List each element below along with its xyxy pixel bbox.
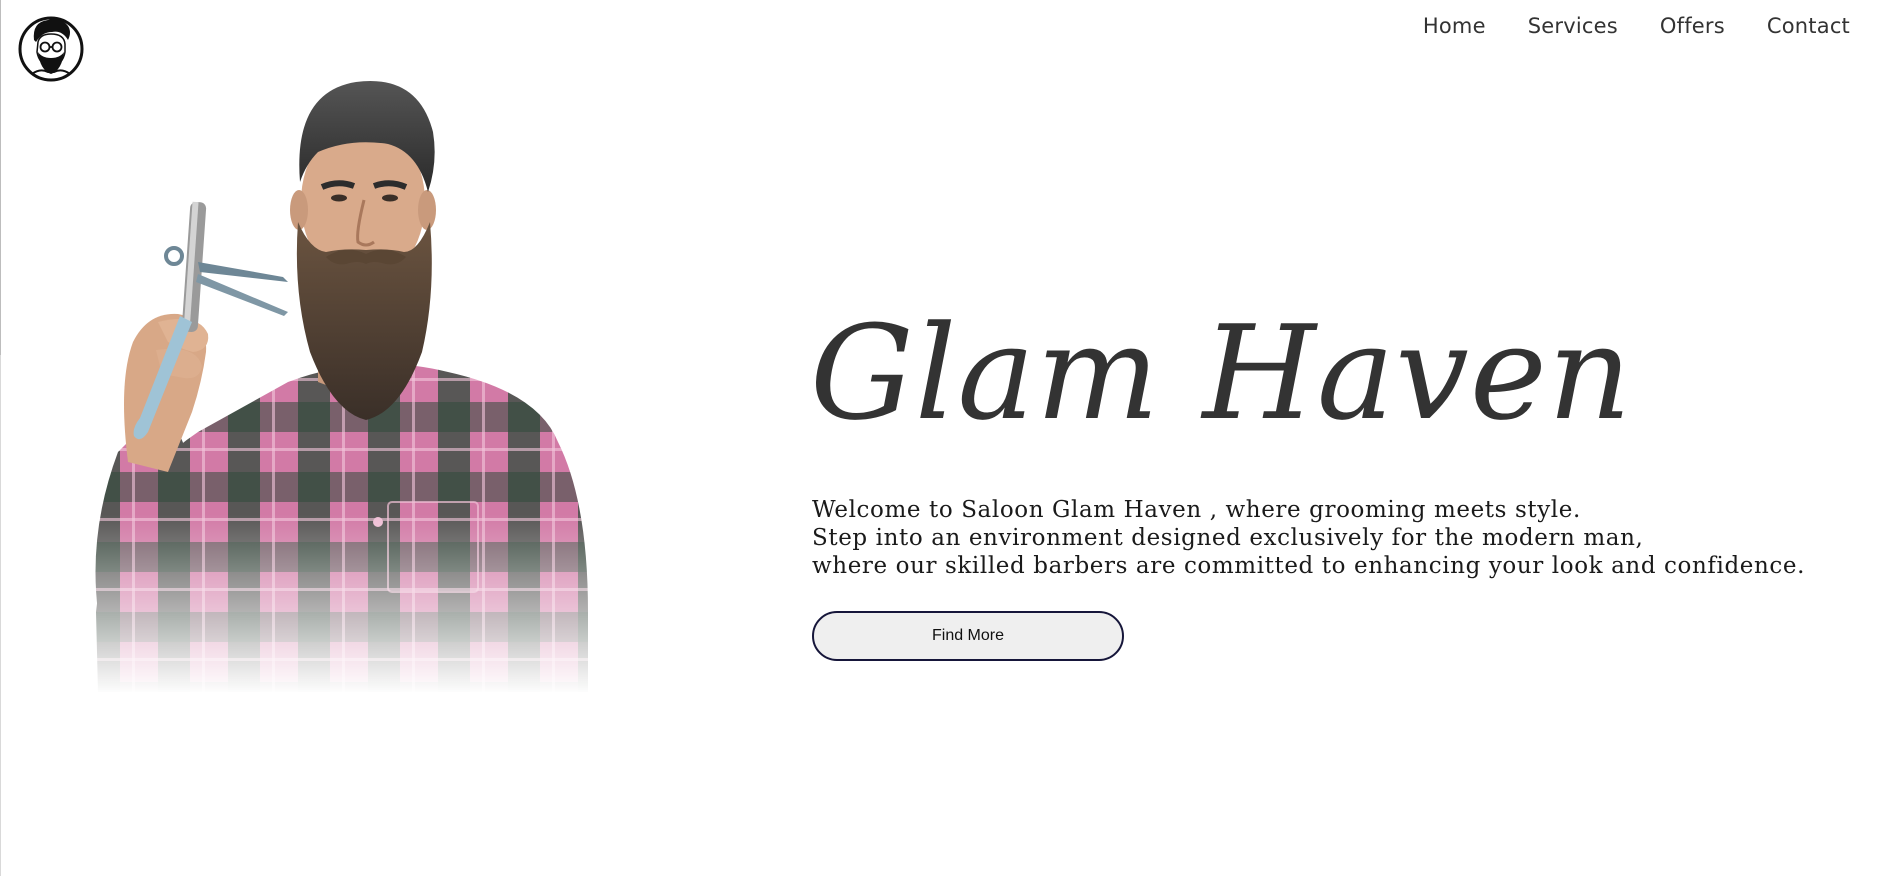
- barber-hero-image: [88, 52, 688, 694]
- nav-home[interactable]: Home: [1423, 14, 1486, 38]
- find-more-button[interactable]: Find More: [812, 611, 1124, 661]
- hero-title: Glam Haven: [810, 297, 1633, 449]
- hero-tagline: Welcome to Saloon Glam Haven , where gro…: [812, 496, 1805, 580]
- bearded-man-logo-icon[interactable]: [18, 12, 84, 82]
- tagline-line-3: where our skilled barbers are committed …: [812, 553, 1806, 579]
- tagline-line-2: Step into an environment designed exclus…: [812, 525, 1644, 551]
- nav-offers[interactable]: Offers: [1660, 14, 1725, 38]
- tagline-line-1: Welcome to Saloon Glam Haven , where gro…: [812, 497, 1581, 523]
- page-left-border-accent: [0, 0, 1, 355]
- nav-services[interactable]: Services: [1528, 14, 1618, 38]
- nav-contact[interactable]: Contact: [1767, 14, 1850, 38]
- main-nav: Home Services Offers Contact: [1423, 14, 1850, 38]
